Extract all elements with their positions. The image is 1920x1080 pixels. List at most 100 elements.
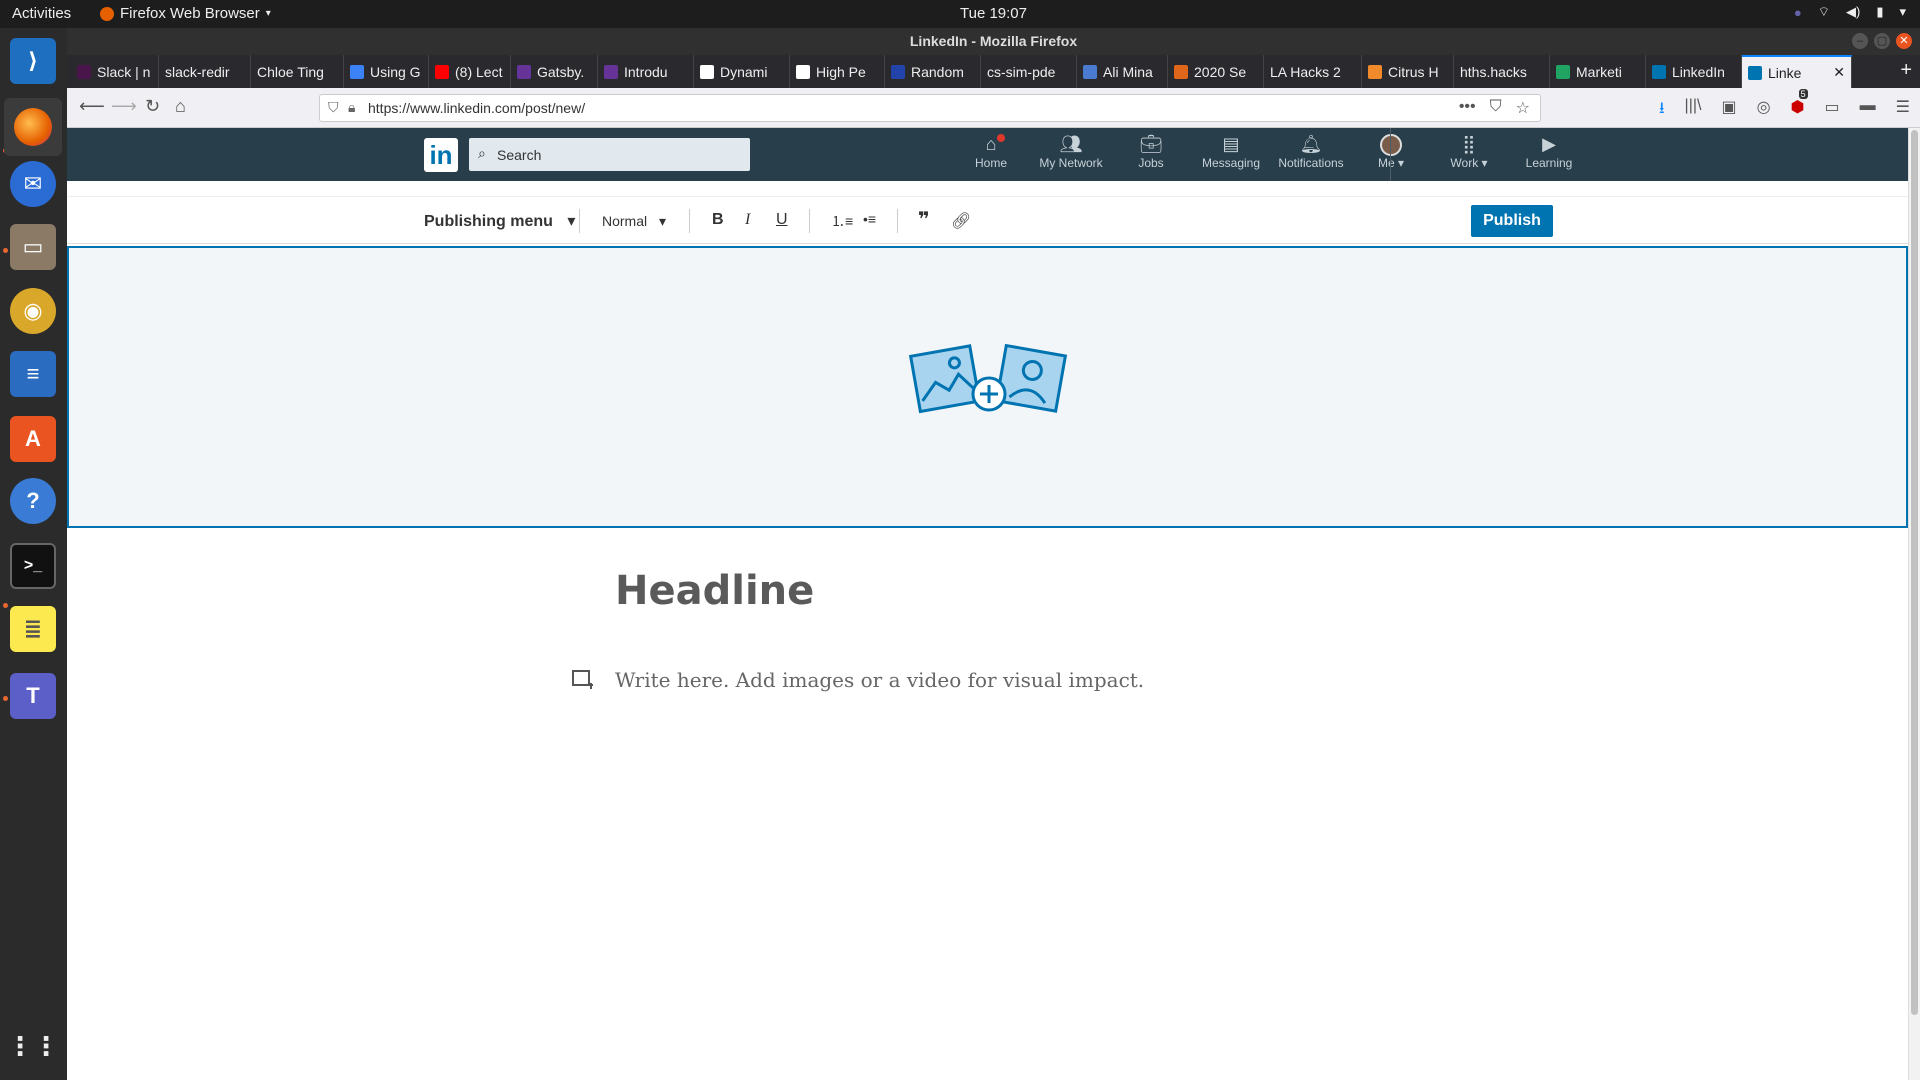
tab-favicon-icon [891, 64, 905, 79]
toolbar-divider [689, 209, 690, 233]
underline-button[interactable]: U [776, 211, 788, 229]
forward-button[interactable]: ⟶ [111, 96, 137, 117]
writer-icon[interactable]: ≡ [10, 351, 56, 397]
software-center-icon[interactable]: A [10, 416, 56, 462]
browser-tab[interactable]: (8) Lect [429, 55, 511, 88]
italic-button[interactable]: I [745, 211, 750, 229]
show-apps-icon[interactable]: ⋮⋮ [7, 1023, 59, 1069]
text-style-select[interactable]: Normal ▾ [602, 213, 666, 230]
maximize-button[interactable]: ▢ [1874, 33, 1890, 49]
rhythmbox-icon[interactable]: ◉ [10, 288, 56, 334]
firefox-icon[interactable] [4, 98, 62, 156]
search-input[interactable]: ⌕ Search [469, 138, 750, 171]
nav-item-messaging[interactable]: ▤ Messaging [1191, 134, 1271, 170]
browser-tab[interactable]: Random [885, 55, 981, 88]
browser-tab[interactable]: Using G [344, 55, 429, 88]
tab-title: Chloe Ting [257, 63, 324, 80]
browser-tab[interactable]: slack-redir [159, 55, 251, 88]
bold-button[interactable]: B [712, 211, 724, 229]
library-icon[interactable]: |||\ [1685, 97, 1702, 124]
shield-icon[interactable]: ⛉ [328, 99, 339, 116]
account-icon[interactable]: ◎ [1757, 97, 1771, 124]
cover-image-upload[interactable] [67, 246, 1908, 528]
browser-tab[interactable]: Slack | n [71, 55, 159, 88]
browser-tab[interactable]: High Pe [790, 55, 885, 88]
browser-tools: ⭳ |||\ ▣ ◎ ⬢ 5 ▭ ▬ ☰ [1659, 89, 1910, 124]
publish-button[interactable]: Publish [1471, 205, 1553, 237]
search-icon: ⌕ [478, 145, 486, 161]
browser-tab[interactable]: LA Hacks 2 [1264, 55, 1362, 88]
quote-icon[interactable]: ❞ [918, 207, 930, 232]
scrollbar-thumb[interactable] [1911, 130, 1918, 1015]
menu-icon[interactable]: ☰ [1896, 97, 1910, 124]
lock-icon[interactable]: 🔒︎ [348, 99, 355, 116]
nav-item-me[interactable]: Me ▾ [1351, 134, 1431, 170]
nav-item-notifications[interactable]: 🔔︎ Notifications [1271, 134, 1351, 170]
tab-favicon-icon [1174, 64, 1188, 79]
url-text[interactable]: https://www.linkedin.com/post/new/ [368, 100, 585, 116]
home-button[interactable]: ⌂ [175, 96, 186, 117]
activities-button[interactable]: Activities [12, 5, 71, 22]
add-media-icon[interactable] [572, 670, 594, 690]
linkedin-logo[interactable]: in [424, 138, 458, 172]
headline-input[interactable]: Headline [615, 568, 814, 614]
system-tray[interactable]: ● ⌔ ◀) ▮ ▾ [1794, 4, 1906, 20]
nav-item-work[interactable]: ⣿ Work ▾ [1429, 134, 1509, 170]
browser-tab[interactable]: hths.hacks [1454, 55, 1550, 88]
browser-tab[interactable]: Ali Mina [1077, 55, 1168, 88]
downloads-icon[interactable]: ⭳ [1659, 97, 1665, 124]
browser-tab[interactable]: Linke ✕ [1742, 55, 1852, 88]
app-menu[interactable]: Firefox Web Browser ▾ [100, 5, 271, 22]
close-tab-icon[interactable]: ✕ [1833, 64, 1845, 81]
power-menu-icon[interactable]: ▾ [1899, 4, 1906, 20]
back-button[interactable]: ⟵ [79, 96, 105, 117]
reload-button[interactable]: ↻ [145, 96, 160, 117]
browser-tab[interactable]: Citrus H [1362, 55, 1454, 88]
page-actions-icon[interactable]: ••• [1459, 98, 1476, 118]
numbered-list-icon[interactable]: ⒈≡ [831, 211, 853, 231]
minimize-button[interactable]: – [1852, 33, 1868, 49]
browser-tab[interactable]: cs-sim-pde [981, 55, 1077, 88]
nav-item-home[interactable]: ⌂ Home [951, 132, 1031, 170]
help-icon[interactable]: ? [10, 478, 56, 524]
notes-icon[interactable]: ≣ [10, 606, 56, 652]
chevron-down-icon: ▾ [265, 8, 271, 19]
close-window-button[interactable]: ✕ [1896, 33, 1912, 49]
tab-title: (8) Lect [455, 63, 503, 80]
link-icon[interactable]: 🔗︎ [951, 211, 971, 231]
browser-tab[interactable]: Gatsby. [511, 55, 598, 88]
browser-tab[interactable]: Dynami [694, 55, 790, 88]
tab-favicon-icon [77, 64, 91, 79]
browser-tab[interactable]: 2020 Se [1168, 55, 1264, 88]
nav-item-learning[interactable]: ▶ Learning [1509, 134, 1589, 170]
page-scrollbar[interactable] [1908, 128, 1920, 1080]
vscode-icon[interactable]: ⟩ [10, 38, 56, 84]
url-bar[interactable]: ⛉ 🔒︎ https://www.linkedin.com/post/new/ … [319, 94, 1541, 122]
browser-tab[interactable]: Chloe Ting [251, 55, 344, 88]
extension-badge-icon[interactable]: ⬢ 5 [1791, 89, 1808, 124]
terminal-icon[interactable]: >_ [10, 543, 56, 589]
nav-item-jobs[interactable]: 💼︎ Jobs [1111, 134, 1191, 170]
browser-tab[interactable]: LinkedIn [1646, 55, 1742, 88]
thunderbird-icon[interactable]: ✉ [10, 161, 56, 207]
text-style-label: Normal [602, 213, 648, 229]
browser-tab[interactable]: Introdu [598, 55, 694, 88]
browser-tab[interactable]: Marketi [1550, 55, 1646, 88]
article-body-input[interactable]: Write here. Add images or a video for vi… [615, 668, 1144, 692]
teams-icon[interactable]: T [10, 673, 56, 719]
pocket-icon[interactable]: ⛉ [1490, 98, 1502, 118]
files-icon[interactable]: ▭ [10, 224, 56, 270]
sidebar-icon[interactable]: ▣ [1721, 97, 1736, 124]
bulleted-list-icon[interactable]: •≡ [863, 211, 876, 227]
clock[interactable]: Tue 19:07 [960, 5, 1027, 22]
new-tab-button[interactable]: + [1900, 59, 1912, 82]
bookmark-star-icon[interactable]: ☆ [1516, 98, 1530, 118]
tab-title: hths.hacks [1460, 63, 1527, 80]
page-content: in ⌕ Search ⌂ Home 👥︎ My Network 💼︎ Jobs ▤ Mess… [67, 128, 1920, 1080]
publishing-menu-button[interactable]: Publishing menu ▾ [424, 211, 575, 231]
teams-tray-icon[interactable]: ● [1794, 5, 1802, 20]
nav-item-my-network[interactable]: 👥︎ My Network [1031, 134, 1111, 170]
extension-icon[interactable]: ▬ [1860, 97, 1876, 124]
nav-item-label: Notifications [1278, 156, 1344, 170]
extension-icon[interactable]: ▭ [1825, 97, 1840, 124]
